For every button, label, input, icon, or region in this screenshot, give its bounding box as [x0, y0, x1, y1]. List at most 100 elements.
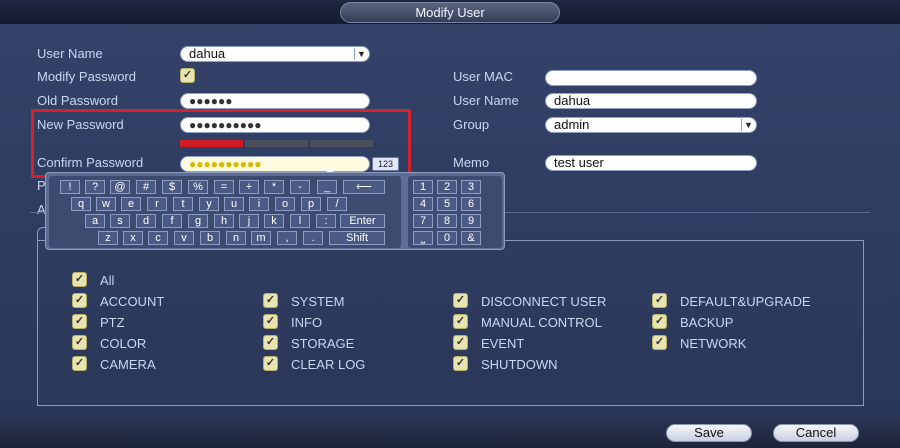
shift-key[interactable]: Shift [329, 231, 385, 245]
permission-checkbox[interactable]: ✓ [453, 293, 468, 308]
old-password-value: ●●●●●● [189, 94, 233, 108]
key[interactable]: 9 [461, 214, 481, 228]
key[interactable]: * [264, 180, 284, 194]
key[interactable]: g [188, 214, 208, 228]
key[interactable]: q [71, 197, 91, 211]
permission-checkbox[interactable]: ✓ [453, 314, 468, 329]
permission-checkbox[interactable]: ✓ [263, 356, 278, 371]
permission-checkbox[interactable]: ✓ [72, 293, 87, 308]
chevron-down-icon[interactable]: ▼ [354, 48, 368, 60]
space-key[interactable]: ⎵ [413, 231, 433, 245]
key[interactable]: m [251, 231, 271, 245]
key[interactable]: d [136, 214, 156, 228]
key[interactable]: @ [110, 180, 130, 194]
permission-checkbox[interactable]: ✓ [652, 335, 667, 350]
key[interactable]: 5 [437, 197, 457, 211]
old-password-field[interactable]: ●●●●●● [180, 93, 370, 109]
key[interactable]: c [148, 231, 168, 245]
key[interactable]: $ [162, 180, 182, 194]
key[interactable]: : [316, 214, 336, 228]
permission-label: DEFAULT&UPGRADE [680, 294, 811, 309]
user-mac-field[interactable] [545, 70, 757, 86]
permission-checkbox[interactable]: ✓ [72, 356, 87, 371]
key[interactable]: % [188, 180, 208, 194]
save-button[interactable]: Save [666, 424, 752, 442]
keyboard-letters: ! ? @ # $ % = + * - _ ⟵ q w e r t y u i … [49, 176, 401, 248]
key[interactable]: s [110, 214, 130, 228]
permission-checkbox[interactable]: ✓ [72, 314, 87, 329]
dialog-title: Modify User [340, 2, 560, 23]
enter-key[interactable]: Enter [340, 214, 385, 228]
key[interactable]: e [121, 197, 141, 211]
key[interactable]: 4 [413, 197, 433, 211]
key[interactable]: a [85, 214, 105, 228]
permission-label: PTZ [100, 315, 125, 330]
permission-checkbox[interactable]: ✓ [453, 335, 468, 350]
key[interactable]: 7 [413, 214, 433, 228]
key[interactable]: y [199, 197, 219, 211]
key[interactable]: # [136, 180, 156, 194]
memo-field[interactable]: test user [545, 155, 757, 171]
key[interactable]: v [174, 231, 194, 245]
key[interactable]: ! [60, 180, 80, 194]
modify-password-checkbox[interactable]: ✓ [180, 68, 195, 83]
key[interactable]: t [173, 197, 193, 211]
key[interactable]: b [200, 231, 220, 245]
onscreen-keyboard: ! ? @ # $ % = + * - _ ⟵ q w e r t y u i … [45, 172, 505, 250]
cancel-button[interactable]: Cancel [773, 424, 859, 442]
key[interactable]: l [290, 214, 310, 228]
permission-checkbox[interactable]: ✓ [453, 356, 468, 371]
key[interactable]: n [226, 231, 246, 245]
permission-label: NETWORK [680, 336, 747, 351]
permission-label-all: All [100, 273, 115, 288]
key[interactable]: & [461, 231, 481, 245]
key[interactable]: h [214, 214, 234, 228]
key[interactable]: / [327, 197, 347, 211]
backspace-key[interactable]: ⟵ [343, 180, 385, 194]
permission-label: CLEAR LOG [291, 357, 366, 372]
permission-checkbox[interactable]: ✓ [263, 314, 278, 329]
key[interactable]: z [98, 231, 118, 245]
key[interactable]: ? [85, 180, 105, 194]
key[interactable]: p [301, 197, 321, 211]
key[interactable]: . [303, 231, 323, 245]
user-name-right-value: dahua [554, 93, 591, 108]
key[interactable]: r [147, 197, 167, 211]
key[interactable]: j [239, 214, 259, 228]
key[interactable]: 1 [413, 180, 433, 194]
key[interactable]: o [275, 197, 295, 211]
user-name-select[interactable]: dahua ▼ [180, 46, 370, 62]
group-value: admin [554, 117, 590, 132]
permission-label: INFO [291, 315, 323, 330]
key[interactable]: - [290, 180, 310, 194]
key[interactable]: _ [317, 180, 337, 194]
old-password-label: Old Password [37, 93, 118, 108]
key[interactable]: w [96, 197, 116, 211]
group-select[interactable]: admin ▼ [545, 117, 757, 133]
permission-label: ACCOUNT [100, 294, 165, 309]
key[interactable]: + [239, 180, 259, 194]
permission-checkbox[interactable]: ✓ [652, 293, 667, 308]
permission-label: SYSTEM [291, 294, 345, 309]
key[interactable]: 8 [437, 214, 457, 228]
key[interactable]: k [264, 214, 284, 228]
chevron-down-icon[interactable]: ▼ [741, 119, 755, 131]
memo-value: test user [554, 155, 604, 170]
key[interactable]: u [224, 197, 244, 211]
key[interactable]: i [249, 197, 269, 211]
key[interactable]: 6 [461, 197, 481, 211]
key[interactable]: x [123, 231, 143, 245]
key[interactable]: 2 [437, 180, 457, 194]
permission-checkbox-all[interactable]: ✓ [72, 272, 87, 287]
permission-checkbox[interactable]: ✓ [263, 335, 278, 350]
keyboard-numpad: 1 2 3 4 5 6 7 8 9 ⎵ 0 & [408, 176, 502, 248]
key[interactable]: , [277, 231, 297, 245]
key[interactable]: f [162, 214, 182, 228]
key[interactable]: 0 [437, 231, 457, 245]
permission-checkbox[interactable]: ✓ [652, 314, 667, 329]
key[interactable]: 3 [461, 180, 481, 194]
permission-checkbox[interactable]: ✓ [263, 293, 278, 308]
permission-checkbox[interactable]: ✓ [72, 335, 87, 350]
user-name-field[interactable]: dahua [545, 93, 757, 109]
key[interactable]: = [214, 180, 234, 194]
